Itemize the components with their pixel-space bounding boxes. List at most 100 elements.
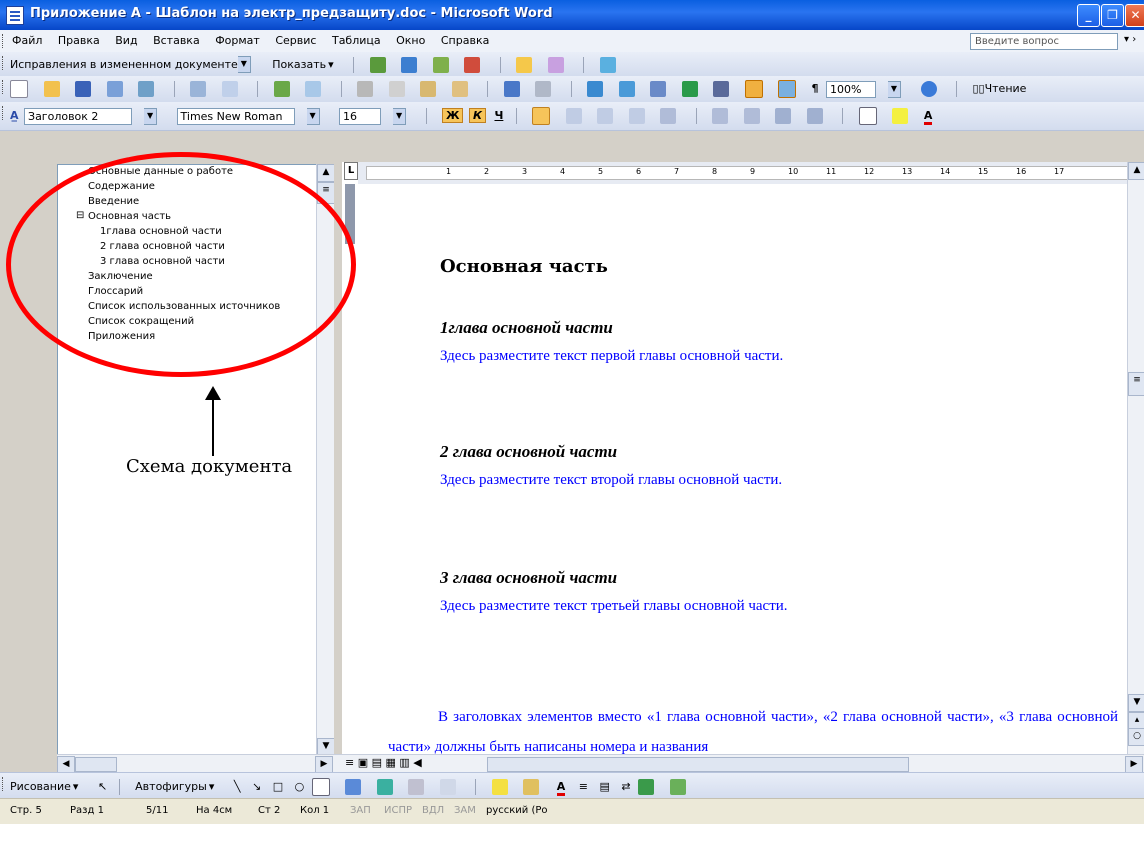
scroll-thumb[interactable]: ≡ xyxy=(1128,372,1144,396)
italic-button[interactable]: К xyxy=(468,108,486,123)
rectangle-icon[interactable]: □ xyxy=(273,780,283,793)
document-vertical-scrollbar[interactable]: ▲ ≡ ▼ ▴ ○ xyxy=(1127,162,1144,754)
preview-icon[interactable] xyxy=(221,81,238,97)
numbering-icon[interactable] xyxy=(712,108,729,124)
menu-window[interactable]: Окно xyxy=(396,34,425,47)
help-icon[interactable] xyxy=(920,81,937,97)
arrow-style-icon[interactable]: ⇄ xyxy=(621,780,630,793)
undo-icon[interactable] xyxy=(503,81,520,97)
maximize-button[interactable]: ❐ xyxy=(1101,4,1124,27)
menu-table[interactable]: Таблица xyxy=(332,34,381,47)
style-combo[interactable]: Заголовок 2 xyxy=(24,107,133,125)
open-folder-icon[interactable] xyxy=(43,81,60,97)
paste-icon[interactable] xyxy=(420,81,436,97)
shadow-style-icon[interactable] xyxy=(638,779,655,795)
chevron-down-icon[interactable]: ▼ xyxy=(888,80,901,98)
text-box-icon[interactable] xyxy=(311,778,330,796)
menu-tools[interactable]: Сервис xyxy=(275,34,316,47)
document-page[interactable]: Основная часть 1глава основной части Зде… xyxy=(358,184,1132,754)
bullets-icon[interactable] xyxy=(743,108,760,124)
scroll-down-icon[interactable]: ▼ xyxy=(1128,694,1144,712)
chevron-down-icon[interactable]: ▼ xyxy=(237,56,251,73)
redo-icon[interactable] xyxy=(535,81,551,97)
show-menu[interactable]: Показать xyxy=(272,58,326,71)
status-overtype[interactable]: ЗАМ xyxy=(454,805,476,816)
toolbar-grip[interactable] xyxy=(2,80,6,94)
drawing-toggle-icon[interactable] xyxy=(744,80,763,98)
font-color-icon[interactable]: A xyxy=(556,780,566,796)
align-right-icon[interactable] xyxy=(597,108,614,124)
fill-color-icon[interactable] xyxy=(491,779,508,795)
select-objects-icon[interactable]: ↖ xyxy=(98,780,107,793)
close-button[interactable]: ✕ xyxy=(1125,4,1144,27)
clip-art-icon[interactable] xyxy=(408,779,425,795)
toolbar-grip[interactable] xyxy=(2,106,6,120)
menu-edit[interactable]: Правка xyxy=(58,34,100,47)
toolbar-grip[interactable] xyxy=(2,777,6,791)
pilcrow-icon[interactable]: ¶ xyxy=(812,82,819,95)
diagram-icon[interactable] xyxy=(376,779,393,795)
borders-icon[interactable] xyxy=(858,107,877,125)
copy-icon[interactable] xyxy=(388,81,405,97)
justify-icon[interactable] xyxy=(628,108,645,124)
help-search-input[interactable]: Введите вопрос xyxy=(970,33,1118,50)
print-preview-icon[interactable] xyxy=(190,81,206,97)
chevron-down-icon[interactable]: ▾ xyxy=(73,780,79,793)
insert-comment-icon[interactable] xyxy=(516,56,533,73)
toolbar-grip[interactable] xyxy=(2,34,6,48)
menu-file[interactable]: Файл xyxy=(12,34,42,47)
reject-change-icon[interactable] xyxy=(464,56,481,73)
highlight-icon[interactable] xyxy=(547,56,564,73)
reading-mode-icon[interactable]: ▯▯ xyxy=(973,82,985,95)
select-browse-object-icon[interactable]: ○ xyxy=(1128,728,1144,746)
status-extend[interactable]: ВДЛ xyxy=(422,805,444,816)
track-changes-mode[interactable]: Исправления в измененном документе xyxy=(10,58,238,71)
zoom-combo[interactable]: 100% xyxy=(826,80,876,98)
permission-icon[interactable] xyxy=(106,81,123,97)
view-buttons[interactable]: ≡ ▣ ▤ ▦ ▥ ◀ xyxy=(345,756,422,769)
research-icon[interactable] xyxy=(305,81,321,97)
word-document-icon[interactable] xyxy=(6,6,24,25)
highlight-color-icon[interactable] xyxy=(892,108,909,124)
scroll-up-icon[interactable]: ▲ xyxy=(317,164,335,182)
scroll-up-icon[interactable]: ▲ xyxy=(1128,162,1144,180)
font-size-combo[interactable]: 16 xyxy=(339,107,382,125)
cut-icon[interactable] xyxy=(357,81,373,97)
align-left-icon[interactable] xyxy=(532,107,551,125)
arrow-icon[interactable]: ↘ xyxy=(252,780,261,793)
increase-indent-icon[interactable] xyxy=(806,108,823,124)
menu-view[interactable]: Вид xyxy=(115,34,137,47)
dash-style-icon[interactable]: ▤ xyxy=(599,780,609,793)
line-spacing-icon[interactable] xyxy=(660,108,677,124)
document-h-scroll-thumb[interactable] xyxy=(487,757,909,772)
chevron-down-icon[interactable]: ▼ xyxy=(393,107,407,125)
help-dropdown-icon[interactable]: ▾ › xyxy=(1124,34,1136,45)
format-painter-icon[interactable] xyxy=(451,81,468,97)
previous-change-icon[interactable] xyxy=(369,56,386,73)
columns-icon[interactable] xyxy=(713,81,729,97)
line-style-icon[interactable]: ≡ xyxy=(579,780,588,793)
oval-icon[interactable]: ○ xyxy=(295,780,305,793)
wordart-icon[interactable] xyxy=(345,779,362,795)
document-map-icon[interactable] xyxy=(778,80,796,98)
chevron-down-icon[interactable]: ▼ xyxy=(144,107,158,125)
spelling-icon[interactable] xyxy=(273,81,290,97)
reviewing-pane-icon[interactable] xyxy=(599,56,616,73)
3d-style-icon[interactable] xyxy=(669,779,686,795)
insert-picture-icon[interactable] xyxy=(439,779,456,795)
chevron-down-icon[interactable]: ▾ xyxy=(209,780,215,793)
toolbar-grip[interactable] xyxy=(2,56,6,70)
line-icon[interactable]: ╲ xyxy=(234,780,241,793)
bold-button[interactable]: Ж xyxy=(442,108,464,123)
drawing-menu[interactable]: Рисование xyxy=(10,780,71,793)
insert-table-icon[interactable] xyxy=(650,81,666,97)
next-change-icon[interactable] xyxy=(401,56,418,73)
horizontal-ruler[interactable]: 1 2 3 4 5 6 7 8 9 10 11 12 13 14 15 16 17 xyxy=(358,162,1140,185)
underline-button[interactable]: Ч xyxy=(491,109,506,122)
menu-help[interactable]: Справка xyxy=(441,34,489,47)
print-icon[interactable] xyxy=(138,81,154,97)
minimize-button[interactable]: _ xyxy=(1077,4,1100,27)
font-color-icon[interactable]: A xyxy=(923,109,933,125)
tables-borders-icon[interactable] xyxy=(618,81,635,97)
menu-insert[interactable]: Вставка xyxy=(153,34,200,47)
